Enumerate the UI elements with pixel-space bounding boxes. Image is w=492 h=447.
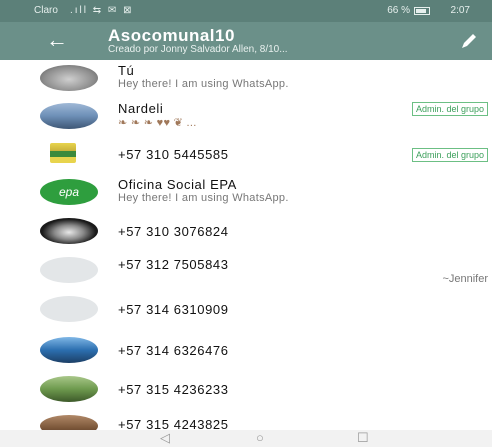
status-bar: Claro .ıll ⇆ ✉ ⊠ 66 % 2:07 (0, 0, 492, 22)
participant-row[interactable]: epa Oficina Social EPA Hey there! I am u… (0, 174, 492, 214)
participant-name: +57 314 6326476 (118, 343, 229, 358)
participant-name: +57 310 5445585 (118, 147, 229, 162)
back-arrow-icon[interactable]: ← (46, 27, 68, 53)
avatar (40, 218, 98, 244)
avatar (40, 103, 98, 129)
participant-nickname: ~Jennifer (442, 273, 488, 285)
group-title: Asocomunal10 (108, 26, 235, 45)
avatar (40, 65, 98, 91)
participant-name: +57 310 3076824 (118, 224, 229, 239)
battery-percent: 66 % (387, 5, 410, 16)
group-subtitle: Creado por Jonny Salvador Allen, 8/10... (108, 44, 288, 55)
participant-name: +57 312 7505843 (118, 257, 229, 272)
participant-row[interactable]: Nardeli ❧ ❧ ❧ ♥♥ ❦ ... Admin. del grupo (0, 98, 492, 138)
battery-icon (414, 7, 430, 15)
admin-badge: Admin. del grupo (411, 148, 488, 162)
avatar (40, 296, 98, 322)
avatar (40, 376, 98, 402)
avatar (40, 257, 98, 283)
system-nav-bar: ◁ ○ ☐ (0, 430, 492, 447)
signal-icons: .ıll ⇆ ✉ ⊠ (70, 5, 134, 16)
participant-row[interactable]: Tú Hey there! I am using WhatsApp. (0, 60, 492, 100)
participant-row[interactable]: +57 314 6326476 (0, 332, 492, 372)
nav-recents-icon[interactable]: ☐ (357, 431, 369, 445)
participant-row[interactable]: +57 312 7505843 ~Jennifer (0, 252, 492, 292)
avatar (50, 143, 76, 163)
avatar: epa (40, 179, 98, 205)
edit-pencil-icon[interactable] (458, 30, 480, 52)
participant-status: Hey there! I am using WhatsApp. (118, 78, 289, 90)
participant-status: Hey there! I am using WhatsApp. (118, 192, 289, 204)
avatar (40, 337, 98, 363)
participant-name: Oficina Social EPA (118, 177, 237, 192)
participant-row[interactable]: +57 315 4236233 (0, 371, 492, 411)
nav-home-icon[interactable]: ○ (256, 431, 264, 445)
nav-back-icon[interactable]: ◁ (160, 431, 170, 445)
app-bar: ← Asocomunal10 Creado por Jonny Salvador… (0, 22, 492, 60)
participant-row[interactable]: +57 310 3076824 (0, 213, 492, 253)
participant-name: Tú (118, 63, 135, 78)
clock: 2:07 (450, 5, 470, 16)
participant-name: Nardeli (118, 101, 164, 116)
participant-row[interactable]: +57 314 6310909 (0, 291, 492, 331)
carrier-label: Claro (34, 5, 58, 16)
participant-row[interactable]: +57 310 5445585 Admin. del grupo (0, 136, 492, 176)
admin-badge: Admin. del grupo (411, 102, 488, 116)
participant-status: ❧ ❧ ❧ ♥♥ ❦ ... (118, 117, 197, 129)
participant-name: +57 314 6310909 (118, 302, 229, 317)
participant-name: +57 315 4236233 (118, 382, 229, 397)
